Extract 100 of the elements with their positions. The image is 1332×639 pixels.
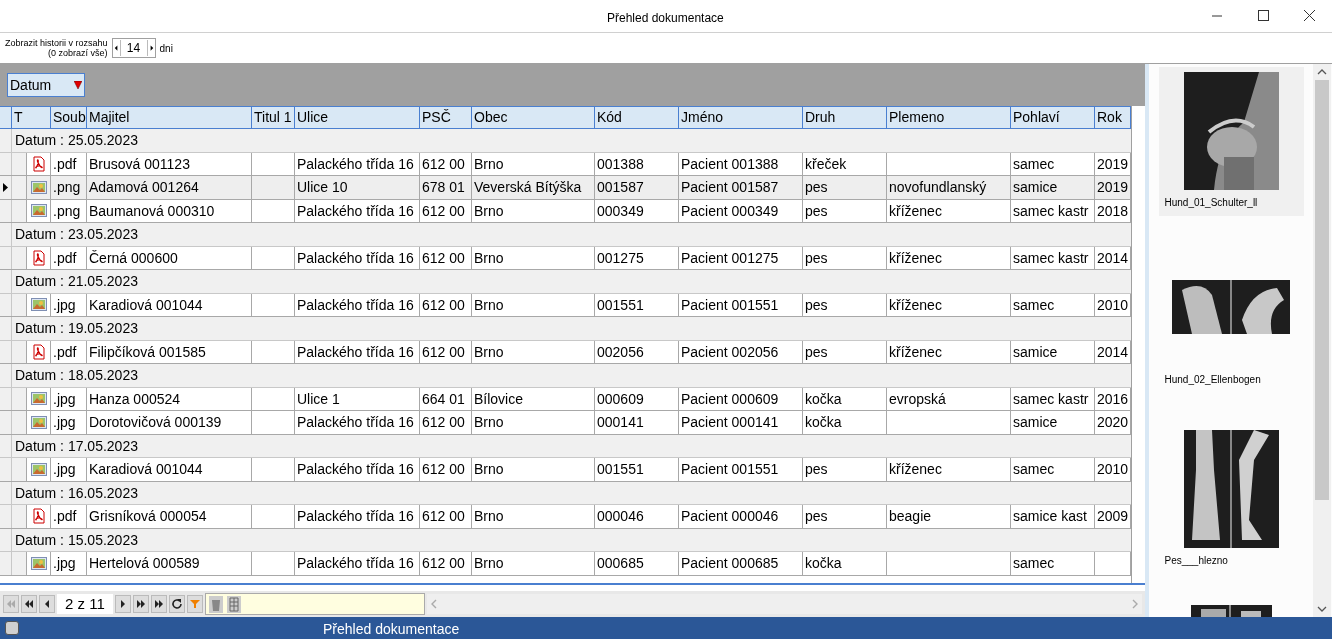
table-cell: samec kastr <box>1013 249 1089 266</box>
table-cell: 612 00 <box>422 461 465 477</box>
table-cell: Pacient 001587 <box>681 179 779 195</box>
thumbnail[interactable]: Pes___hlezno <box>1158 430 1304 605</box>
table-cell: Palackého třída 16 <box>297 343 414 360</box>
table-cell: .pdf <box>53 508 77 524</box>
image-icon <box>30 392 47 406</box>
table-cell: 000609 <box>597 390 644 407</box>
table-cell: Adamová 001264 <box>89 179 199 195</box>
column-header[interactable]: Obec <box>472 107 595 128</box>
table-cell: Hanza 000524 <box>89 390 181 407</box>
table-cell: Pacient 001551 <box>681 296 779 313</box>
column-header[interactable]: Plemeno <box>887 107 1011 128</box>
column-header[interactable]: Soub <box>51 107 87 128</box>
table-cell: .jpg <box>53 414 76 430</box>
table-cell: samec <box>1013 555 1055 571</box>
filter-icon <box>189 599 200 609</box>
table-cell: Pacient 001388 <box>681 155 779 172</box>
days-value[interactable]: 14 <box>120 39 147 57</box>
group-header[interactable]: Datum : 15.05.2023 <box>12 528 138 551</box>
table-cell: Pacient 000141 <box>681 414 779 430</box>
filter-field[interactable] <box>204 593 425 615</box>
table-cell: 000141 <box>597 414 644 430</box>
columns-icon[interactable] <box>226 595 241 613</box>
days-spinner[interactable]: 14 <box>111 38 156 58</box>
group-header[interactable]: Datum : 25.05.2023 <box>12 129 138 152</box>
column-header[interactable]: Druh <box>803 107 887 128</box>
thumbnail[interactable]: Hund_02_Ellenbogen <box>1158 280 1304 430</box>
right-arrow-icon[interactable] <box>146 40 155 56</box>
column-header[interactable]: Kód <box>595 107 679 128</box>
table-cell: 612 00 <box>422 343 465 360</box>
group-header[interactable]: Datum : 16.05.2023 <box>12 481 138 504</box>
table-cell: 2016 <box>1097 390 1129 407</box>
horizontal-scrollbar[interactable] <box>426 594 1142 614</box>
column-header[interactable]: T <box>12 107 51 128</box>
table-cell: Karadiová 001044 <box>89 461 203 477</box>
table-cell: Baumanová 000310 <box>89 202 215 219</box>
table-cell: kříženec <box>889 343 942 360</box>
thumbnail[interactable]: Hund_01_Schulter_ll <box>1158 67 1304 216</box>
table-cell: 000349 <box>597 202 644 219</box>
table-cell: 678 01 <box>422 179 465 195</box>
column-header[interactable]: Ulice <box>295 107 420 128</box>
table-cell: .jpg <box>53 390 76 407</box>
column-header[interactable]: Majitel <box>87 107 252 128</box>
table-cell: Brno <box>474 461 504 477</box>
table-cell: 2018 <box>1097 202 1129 219</box>
fast-back-button[interactable] <box>21 595 37 613</box>
table-cell: Brno <box>474 555 504 571</box>
table-cell: 2010 <box>1097 296 1129 313</box>
next-button[interactable] <box>114 595 131 613</box>
table-cell: Palackého třída 16 <box>297 555 414 571</box>
table-cell: Černá 000600 <box>89 249 178 266</box>
range-label: Zobrazit historii v rozsahu <box>5 38 108 48</box>
pdf-icon <box>31 343 46 360</box>
refresh-button[interactable] <box>168 595 185 613</box>
table-cell: samice <box>1013 179 1058 195</box>
table-cell: Palackého třída 16 <box>297 508 414 524</box>
group-by-chip[interactable]: Datum <box>7 73 85 97</box>
table-cell: 001388 <box>597 155 644 172</box>
fast-forward-button[interactable] <box>132 595 149 613</box>
pdf-icon <box>31 155 46 172</box>
group-header[interactable]: Datum : 19.05.2023 <box>12 317 138 340</box>
status-indicator-icon <box>5 621 19 635</box>
column-header[interactable]: Pohlaví <box>1011 107 1095 128</box>
table-cell: samice kast <box>1013 508 1087 524</box>
table-cell: 2014 <box>1097 249 1129 266</box>
status-text: Přehled dokumentace <box>323 620 460 639</box>
window-title: Přehled dokumentace <box>607 10 724 27</box>
last-page-button[interactable] <box>150 595 167 613</box>
table-cell: beagie <box>889 508 932 524</box>
scroll-left-icon[interactable] <box>430 599 437 609</box>
table-cell: 612 00 <box>422 508 465 524</box>
vertical-scrollbar[interactable] <box>1313 64 1331 617</box>
trash-icon[interactable] <box>208 595 223 613</box>
group-header[interactable]: Datum : 17.05.2023 <box>12 434 138 457</box>
previous-button[interactable] <box>39 595 55 613</box>
image-icon <box>30 298 47 312</box>
table-cell: 000685 <box>597 555 644 571</box>
table-cell: 664 01 <box>422 390 465 407</box>
table-cell: Brno <box>474 202 504 219</box>
group-header[interactable]: Datum : 23.05.2023 <box>12 223 138 246</box>
column-header[interactable]: Jméno <box>679 107 803 128</box>
column-header[interactable]: Rok <box>1095 107 1131 128</box>
table-cell: Pacient 001275 <box>681 249 779 266</box>
table-cell: 000046 <box>597 508 644 524</box>
group-header[interactable]: Datum : 18.05.2023 <box>12 364 138 387</box>
table-cell: kříženec <box>889 249 942 266</box>
table-cell: kříženec <box>889 461 942 477</box>
refresh-icon <box>170 598 183 610</box>
group-header[interactable]: Datum : 21.05.2023 <box>12 270 138 293</box>
thumbnail-caption: Hund_01_Schulter_ll <box>1163 196 1258 210</box>
scroll-right-icon[interactable] <box>1132 599 1138 609</box>
table-cell: Ulice 1 <box>297 390 340 407</box>
left-arrow-icon[interactable] <box>112 40 121 56</box>
row-selector[interactable] <box>0 176 12 199</box>
column-header[interactable]: PSČ <box>420 107 472 128</box>
table-cell: Pacient 000685 <box>681 555 779 571</box>
table-cell: 001551 <box>597 461 644 477</box>
table-cell: 001275 <box>597 249 644 266</box>
column-header[interactable]: Titul 1 <box>252 107 295 128</box>
